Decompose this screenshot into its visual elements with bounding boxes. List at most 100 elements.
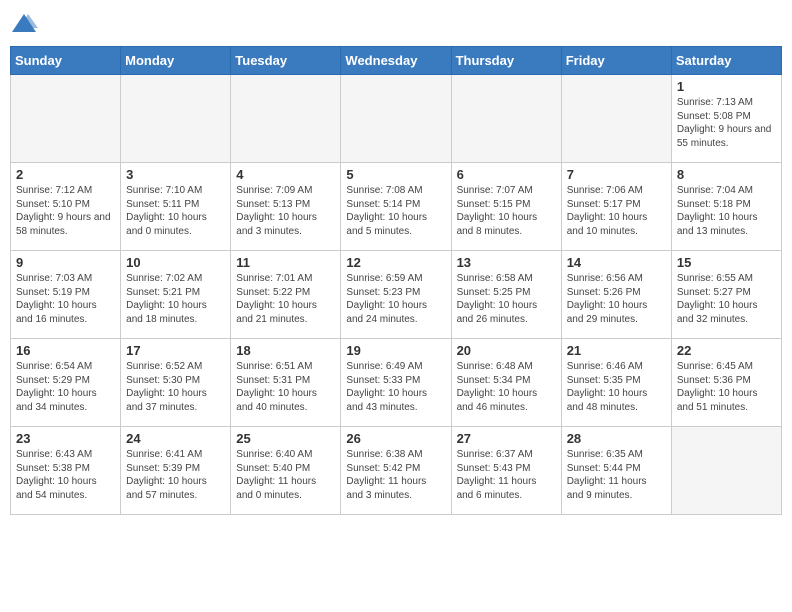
day-info: Sunrise: 7:10 AM Sunset: 5:11 PM Dayligh… bbox=[126, 184, 225, 238]
day-number: 24 bbox=[126, 431, 225, 446]
header bbox=[10, 10, 782, 38]
day-info: Sunrise: 7:03 AM Sunset: 5:19 PM Dayligh… bbox=[16, 272, 115, 326]
day-cell: 26Sunrise: 6:38 AM Sunset: 5:42 PM Dayli… bbox=[341, 427, 451, 515]
day-cell bbox=[671, 427, 781, 515]
day-number: 13 bbox=[457, 255, 556, 270]
day-number: 17 bbox=[126, 343, 225, 358]
day-cell: 13 Sunrise: 6:58 AM Sunset: 5:25 PM Dayli… bbox=[451, 251, 561, 339]
day-number: 28 bbox=[567, 431, 666, 446]
logo bbox=[10, 10, 42, 38]
week-row-3: 9 Sunrise: 7:03 AM Sunset: 5:19 PM Daylig… bbox=[11, 251, 782, 339]
day-number: 7 bbox=[567, 167, 666, 182]
day-info: Sunrise: 6:52 AM Sunset: 5:30 PM Dayligh… bbox=[126, 360, 225, 414]
day-cell: 25 Sunrise: 6:40 AM Sunset: 5:40 PM Dayli… bbox=[231, 427, 341, 515]
day-cell: 5 Sunrise: 7:08 AM Sunset: 5:14 PM Daylig… bbox=[341, 163, 451, 251]
day-info: Sunrise: 6:49 AM Sunset: 5:33 PM Dayligh… bbox=[346, 360, 445, 414]
day-info: Sunrise: 7:09 AM Sunset: 5:13 PM Dayligh… bbox=[236, 184, 335, 238]
day-info: Sunrise: 6:59 AM Sunset: 5:23 PM Dayligh… bbox=[346, 272, 445, 326]
day-cell: 4 Sunrise: 7:09 AM Sunset: 5:13 PM Daylig… bbox=[231, 163, 341, 251]
day-number: 20 bbox=[457, 343, 556, 358]
day-info: Sunrise: 7:12 AM Sunset: 5:10 PM Dayligh… bbox=[16, 184, 115, 238]
day-cell bbox=[11, 75, 121, 163]
day-info: Sunrise: 6:51 AM Sunset: 5:31 PM Dayligh… bbox=[236, 360, 335, 414]
day-cell: 1 Sunrise: 7:13 AM Sunset: 5:08 PM Daylig… bbox=[671, 75, 781, 163]
weekday-header-wednesday: Wednesday bbox=[341, 47, 451, 75]
day-info: Sunrise: 6:58 AM Sunset: 5:25 PM Dayligh… bbox=[457, 272, 556, 326]
day-cell: 8 Sunrise: 7:04 AM Sunset: 5:18 PM Daylig… bbox=[671, 163, 781, 251]
day-cell: 21 Sunrise: 6:46 AM Sunset: 5:35 PM Dayli… bbox=[561, 339, 671, 427]
day-info: Sunrise: 6:40 AM Sunset: 5:40 PM Dayligh… bbox=[236, 448, 335, 502]
day-cell: 7 Sunrise: 7:06 AM Sunset: 5:17 PM Daylig… bbox=[561, 163, 671, 251]
day-number: 6 bbox=[457, 167, 556, 182]
calendar: SundayMondayTuesdayWednesdayThursdayFrid… bbox=[10, 46, 782, 515]
day-info: Sunrise: 6:38 AM Sunset: 5:42 PM Dayligh… bbox=[346, 448, 445, 502]
week-row-2: 2Sunrise: 7:12 AM Sunset: 5:10 PM Daylig… bbox=[11, 163, 782, 251]
day-cell: 15 Sunrise: 6:55 AM Sunset: 5:27 PM Dayli… bbox=[671, 251, 781, 339]
day-info: Sunrise: 7:01 AM Sunset: 5:22 PM Dayligh… bbox=[236, 272, 335, 326]
day-cell: 6Sunrise: 7:07 AM Sunset: 5:15 PM Daylig… bbox=[451, 163, 561, 251]
weekday-header-saturday: Saturday bbox=[671, 47, 781, 75]
day-info: Sunrise: 6:43 AM Sunset: 5:38 PM Dayligh… bbox=[16, 448, 115, 502]
day-cell bbox=[561, 75, 671, 163]
day-cell: 22Sunrise: 6:45 AM Sunset: 5:36 PM Dayli… bbox=[671, 339, 781, 427]
day-number: 18 bbox=[236, 343, 335, 358]
day-cell: 9 Sunrise: 7:03 AM Sunset: 5:19 PM Daylig… bbox=[11, 251, 121, 339]
day-info: Sunrise: 6:41 AM Sunset: 5:39 PM Dayligh… bbox=[126, 448, 225, 502]
day-number: 14 bbox=[567, 255, 666, 270]
day-number: 19 bbox=[346, 343, 445, 358]
day-cell: 19 Sunrise: 6:49 AM Sunset: 5:33 PM Dayli… bbox=[341, 339, 451, 427]
day-info: Sunrise: 7:04 AM Sunset: 5:18 PM Dayligh… bbox=[677, 184, 776, 238]
day-info: Sunrise: 6:54 AM Sunset: 5:29 PM Dayligh… bbox=[16, 360, 115, 414]
day-number: 9 bbox=[16, 255, 115, 270]
weekday-header-thursday: Thursday bbox=[451, 47, 561, 75]
day-number: 25 bbox=[236, 431, 335, 446]
day-number: 12 bbox=[346, 255, 445, 270]
day-cell: 10 Sunrise: 7:02 AM Sunset: 5:21 PM Dayli… bbox=[121, 251, 231, 339]
day-info: Sunrise: 7:13 AM Sunset: 5:08 PM Dayligh… bbox=[677, 96, 776, 150]
day-number: 4 bbox=[236, 167, 335, 182]
day-number: 8 bbox=[677, 167, 776, 182]
day-cell: 14 Sunrise: 6:56 AM Sunset: 5:26 PM Dayli… bbox=[561, 251, 671, 339]
day-info: Sunrise: 6:46 AM Sunset: 5:35 PM Dayligh… bbox=[567, 360, 666, 414]
day-info: Sunrise: 6:48 AM Sunset: 5:34 PM Dayligh… bbox=[457, 360, 556, 414]
day-info: Sunrise: 6:37 AM Sunset: 5:43 PM Dayligh… bbox=[457, 448, 556, 502]
day-cell bbox=[121, 75, 231, 163]
day-number: 16 bbox=[16, 343, 115, 358]
weekday-header-monday: Monday bbox=[121, 47, 231, 75]
day-info: Sunrise: 7:08 AM Sunset: 5:14 PM Dayligh… bbox=[346, 184, 445, 238]
day-info: Sunrise: 6:35 AM Sunset: 5:44 PM Dayligh… bbox=[567, 448, 666, 502]
day-cell: 23 Sunrise: 6:43 AM Sunset: 5:38 PM Dayli… bbox=[11, 427, 121, 515]
day-number: 5 bbox=[346, 167, 445, 182]
day-cell bbox=[451, 75, 561, 163]
day-cell: 11 Sunrise: 7:01 AM Sunset: 5:22 PM Dayli… bbox=[231, 251, 341, 339]
weekday-header-friday: Friday bbox=[561, 47, 671, 75]
week-row-5: 23 Sunrise: 6:43 AM Sunset: 5:38 PM Dayli… bbox=[11, 427, 782, 515]
day-cell: 17 Sunrise: 6:52 AM Sunset: 5:30 PM Dayli… bbox=[121, 339, 231, 427]
day-cell: 27 Sunrise: 6:37 AM Sunset: 5:43 PM Dayli… bbox=[451, 427, 561, 515]
day-cell bbox=[231, 75, 341, 163]
week-row-4: 16 Sunrise: 6:54 AM Sunset: 5:29 PM Dayli… bbox=[11, 339, 782, 427]
day-cell: 12 Sunrise: 6:59 AM Sunset: 5:23 PM Dayli… bbox=[341, 251, 451, 339]
day-info: Sunrise: 6:55 AM Sunset: 5:27 PM Dayligh… bbox=[677, 272, 776, 326]
day-cell: 16 Sunrise: 6:54 AM Sunset: 5:29 PM Dayli… bbox=[11, 339, 121, 427]
day-cell: 18 Sunrise: 6:51 AM Sunset: 5:31 PM Dayli… bbox=[231, 339, 341, 427]
day-cell bbox=[341, 75, 451, 163]
weekday-header-row: SundayMondayTuesdayWednesdayThursdayFrid… bbox=[11, 47, 782, 75]
week-row-1: 1 Sunrise: 7:13 AM Sunset: 5:08 PM Daylig… bbox=[11, 75, 782, 163]
weekday-header-tuesday: Tuesday bbox=[231, 47, 341, 75]
day-number: 11 bbox=[236, 255, 335, 270]
day-cell: 28 Sunrise: 6:35 AM Sunset: 5:44 PM Dayli… bbox=[561, 427, 671, 515]
day-number: 23 bbox=[16, 431, 115, 446]
day-info: Sunrise: 7:02 AM Sunset: 5:21 PM Dayligh… bbox=[126, 272, 225, 326]
day-number: 27 bbox=[457, 431, 556, 446]
day-number: 1 bbox=[677, 79, 776, 94]
day-cell: 3Sunrise: 7:10 AM Sunset: 5:11 PM Daylig… bbox=[121, 163, 231, 251]
day-number: 15 bbox=[677, 255, 776, 270]
day-info: Sunrise: 6:56 AM Sunset: 5:26 PM Dayligh… bbox=[567, 272, 666, 326]
day-number: 22 bbox=[677, 343, 776, 358]
day-number: 10 bbox=[126, 255, 225, 270]
day-cell: 2Sunrise: 7:12 AM Sunset: 5:10 PM Daylig… bbox=[11, 163, 121, 251]
day-info: Sunrise: 7:06 AM Sunset: 5:17 PM Dayligh… bbox=[567, 184, 666, 238]
day-cell: 24 Sunrise: 6:41 AM Sunset: 5:39 PM Dayli… bbox=[121, 427, 231, 515]
day-number: 21 bbox=[567, 343, 666, 358]
